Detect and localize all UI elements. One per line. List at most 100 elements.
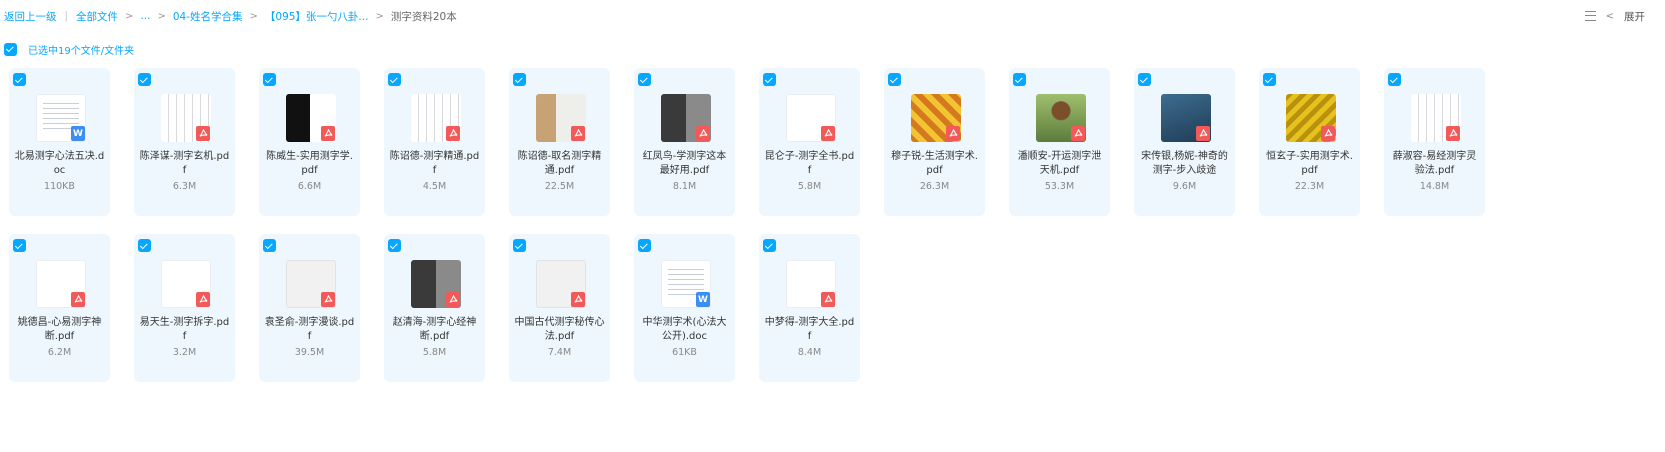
file-card[interactable]: 袁圣俞-测字漫谈.pdf 39.5M bbox=[259, 234, 360, 382]
file-card[interactable]: 薛淑容-易经测字灵验法.pdf 14.8M bbox=[1384, 68, 1485, 216]
crumb-folder-095[interactable]: 【095】张一勺八卦... bbox=[265, 9, 369, 24]
file-card[interactable]: 易天生-测字拆字.pdf 3.2M bbox=[134, 234, 235, 382]
expand-button[interactable]: 展开 bbox=[1624, 9, 1645, 24]
file-card[interactable]: 昆仑子-测字全书.pdf 5.8M bbox=[759, 68, 860, 216]
chevron-right-icon: > bbox=[375, 10, 384, 22]
file-card[interactable]: 陈泽谋-测字玄机.pdf 6.3M bbox=[134, 68, 235, 216]
pdf-icon bbox=[946, 126, 960, 141]
file-size: 14.8M bbox=[1419, 181, 1450, 192]
chevron-right-icon: > bbox=[249, 10, 258, 22]
file-checkbox[interactable] bbox=[388, 73, 401, 86]
file-size: 22.5M bbox=[544, 181, 575, 192]
file-checkbox[interactable] bbox=[1138, 73, 1151, 86]
pdf-icon bbox=[1196, 126, 1210, 141]
file-checkbox[interactable] bbox=[763, 239, 776, 252]
file-checkbox[interactable] bbox=[638, 73, 651, 86]
file-card[interactable]: 陈诏德-取名测字精通.pdf 22.5M bbox=[509, 68, 610, 216]
list-view-icon[interactable] bbox=[1584, 11, 1596, 21]
file-card[interactable]: 宋传银,杨妮-神奇的测字-步入歧途 9.6M bbox=[1134, 68, 1235, 216]
file-checkbox[interactable] bbox=[263, 239, 276, 252]
file-name[interactable]: 赵清海-测字心经神断.pdf bbox=[389, 316, 480, 344]
select-all-checkbox[interactable] bbox=[4, 42, 17, 56]
chevron-left-icon[interactable]: < bbox=[1606, 11, 1614, 22]
file-checkbox[interactable] bbox=[763, 73, 776, 86]
file-size: 3.2M bbox=[172, 347, 197, 358]
pdf-icon bbox=[571, 126, 585, 141]
file-name[interactable]: 中梦得-测字大全.pdf bbox=[764, 316, 855, 344]
file-checkbox[interactable] bbox=[888, 73, 901, 86]
file-card[interactable]: 陈诏德-测字精通.pdf 4.5M bbox=[384, 68, 485, 216]
file-card[interactable]: 姚德昌-心易测字神断.pdf 6.2M bbox=[9, 234, 110, 382]
crumb-ellipsis[interactable]: ... bbox=[140, 10, 150, 22]
file-name[interactable]: 中国古代测字秘传心法.pdf bbox=[514, 316, 605, 344]
file-checkbox[interactable] bbox=[388, 239, 401, 252]
file-card[interactable]: 红凤鸟-学测字这本最好用.pdf 8.1M bbox=[634, 68, 735, 216]
file-checkbox[interactable] bbox=[138, 239, 151, 252]
file-size: 8.4M bbox=[797, 347, 822, 358]
file-name[interactable]: 陈诏德-测字精通.pdf bbox=[389, 150, 480, 178]
crumb-folder-name-collection[interactable]: 04-姓名学合集 bbox=[173, 9, 243, 24]
view-controls: < 展开 bbox=[1584, 8, 1645, 24]
file-size: 5.8M bbox=[422, 347, 447, 358]
file-size: 9.6M bbox=[1172, 181, 1197, 192]
pdf-icon bbox=[321, 126, 335, 141]
breadcrumb: 返回上一级 | 全部文件 > ... > 04-姓名学合集 > 【095】张一勺… bbox=[4, 8, 457, 24]
pdf-icon bbox=[571, 292, 585, 307]
selection-count-label: 已选中19个文件/文件夹 bbox=[28, 45, 135, 57]
file-card[interactable]: 赵清海-测字心经神断.pdf 5.8M bbox=[384, 234, 485, 382]
file-size: 110KB bbox=[44, 181, 75, 192]
file-name[interactable]: 宋传银,杨妮-神奇的测字-步入歧途 bbox=[1139, 150, 1230, 178]
file-name[interactable]: 红凤鸟-学测字这本最好用.pdf bbox=[639, 150, 730, 178]
file-name[interactable]: 恒玄子-实用测字术.pdf bbox=[1264, 150, 1355, 178]
file-checkbox[interactable] bbox=[513, 73, 526, 86]
file-grid: W 北易测字心法五决.doc 110KB 陈泽谋-测字玄机.pdf 6.3M 陈威生-实用… bbox=[9, 68, 1509, 382]
file-checkbox[interactable] bbox=[513, 239, 526, 252]
file-checkbox[interactable] bbox=[1013, 73, 1026, 86]
file-name[interactable]: 陈威生-实用测字学.pdf bbox=[264, 150, 355, 178]
file-name[interactable]: 陈诏德-取名测字精通.pdf bbox=[514, 150, 605, 178]
file-checkbox[interactable] bbox=[1263, 73, 1276, 86]
file-checkbox[interactable] bbox=[13, 73, 26, 86]
file-size: 6.3M bbox=[172, 181, 197, 192]
word-icon: W bbox=[71, 126, 85, 141]
file-card[interactable]: 恒玄子-实用测字术.pdf 22.3M bbox=[1259, 68, 1360, 216]
file-name[interactable]: 穆子锐-生活测字术.pdf bbox=[889, 150, 980, 178]
file-size: 4.5M bbox=[422, 181, 447, 192]
pdf-icon bbox=[821, 126, 835, 141]
file-card[interactable]: 陈威生-实用测字学.pdf 6.6M bbox=[259, 68, 360, 216]
crumb-all-files[interactable]: 全部文件 bbox=[76, 9, 118, 24]
file-name[interactable]: 薛淑容-易经测字灵验法.pdf bbox=[1389, 150, 1480, 178]
file-name[interactable]: 姚德昌-心易测字神断.pdf bbox=[14, 316, 105, 344]
pdf-icon bbox=[71, 292, 85, 307]
file-name[interactable]: 潘顺安-开运测字泄天机.pdf bbox=[1014, 150, 1105, 178]
file-size: 6.2M bbox=[47, 347, 72, 358]
pdf-icon bbox=[1321, 126, 1335, 141]
back-link[interactable]: 返回上一级 bbox=[4, 9, 57, 24]
file-name[interactable]: 中华测字术(心法大公开).doc bbox=[639, 316, 730, 344]
pdf-icon bbox=[196, 292, 210, 307]
file-card[interactable]: W 北易测字心法五决.doc 110KB bbox=[9, 68, 110, 216]
file-checkbox[interactable] bbox=[13, 239, 26, 252]
file-name[interactable]: 袁圣俞-测字漫谈.pdf bbox=[264, 316, 355, 344]
file-card[interactable]: W 中华测字术(心法大公开).doc 61KB bbox=[634, 234, 735, 382]
file-checkbox[interactable] bbox=[263, 73, 276, 86]
file-checkbox[interactable] bbox=[138, 73, 151, 86]
file-card[interactable]: 潘顺安-开运测字泄天机.pdf 53.3M bbox=[1009, 68, 1110, 216]
file-name[interactable]: 北易测字心法五决.doc bbox=[14, 150, 105, 178]
file-size: 8.1M bbox=[672, 181, 697, 192]
file-size: 39.5M bbox=[294, 347, 325, 358]
pdf-icon bbox=[196, 126, 210, 141]
file-size: 5.8M bbox=[797, 181, 822, 192]
file-name[interactable]: 昆仑子-测字全书.pdf bbox=[764, 150, 855, 178]
word-icon: W bbox=[696, 292, 710, 307]
file-checkbox[interactable] bbox=[638, 239, 651, 252]
file-size: 61KB bbox=[672, 347, 697, 358]
file-checkbox[interactable] bbox=[1388, 73, 1401, 86]
file-card[interactable]: 中国古代测字秘传心法.pdf 7.4M bbox=[509, 234, 610, 382]
file-name[interactable]: 易天生-测字拆字.pdf bbox=[139, 316, 230, 344]
file-card[interactable]: 穆子锐-生活测字术.pdf 26.3M bbox=[884, 68, 985, 216]
pdf-icon bbox=[1446, 126, 1460, 141]
file-size: 6.6M bbox=[297, 181, 322, 192]
file-card[interactable]: 中梦得-测字大全.pdf 8.4M bbox=[759, 234, 860, 382]
file-name[interactable]: 陈泽谋-测字玄机.pdf bbox=[139, 150, 230, 178]
